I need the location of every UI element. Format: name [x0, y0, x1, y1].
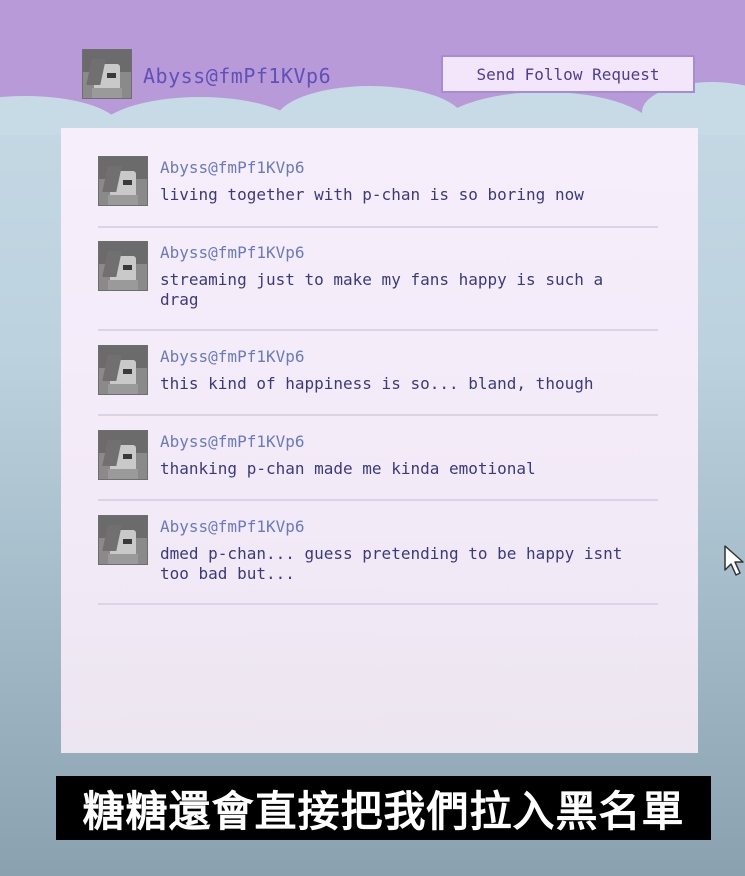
video-subtitle: 糖糖還會直接把我們拉入黑名單	[56, 776, 711, 840]
post-text: streaming just to make my fans happy is …	[160, 270, 604, 309]
profile-handle: Abyss@fmPf1KVp6	[143, 64, 332, 88]
avatar-icon[interactable]	[98, 515, 148, 565]
mouse-pointer-icon	[724, 545, 744, 576]
send-follow-request-button[interactable]: Send Follow Request	[441, 55, 695, 93]
post-text: living together with p-chan is so boring…	[160, 185, 584, 204]
post-author: Abyss@fmPf1KVp6	[160, 158, 305, 177]
post-text: thanking p-chan made me kinda emotional	[160, 459, 536, 478]
post-author: Abyss@fmPf1KVp6	[160, 243, 305, 262]
avatar-icon[interactable]	[98, 345, 148, 395]
post-item: Abyss@fmPf1KVp6 thanking p-chan made me …	[98, 430, 658, 501]
post-author: Abyss@fmPf1KVp6	[160, 517, 305, 536]
profile-header: Abyss@fmPf1KVp6 Send Follow Request	[0, 0, 745, 130]
post-text: this kind of happiness is so... bland, t…	[160, 374, 594, 393]
avatar-icon[interactable]	[98, 430, 148, 480]
post-author: Abyss@fmPf1KVp6	[160, 432, 305, 451]
posts-panel: Abyss@fmPf1KVp6 living together with p-c…	[61, 128, 698, 753]
post-text: dmed p-chan... guess pretending to be ha…	[160, 544, 623, 583]
post-item: Abyss@fmPf1KVp6 this kind of happiness i…	[98, 345, 658, 416]
post-item: Abyss@fmPf1KVp6 dmed p-chan... guess pre…	[98, 515, 658, 605]
profile-avatar-icon[interactable]	[82, 49, 132, 99]
post-item: Abyss@fmPf1KVp6 streaming just to make m…	[98, 241, 658, 331]
avatar-icon[interactable]	[98, 241, 148, 291]
post-item: Abyss@fmPf1KVp6 living together with p-c…	[98, 156, 658, 228]
avatar-icon[interactable]	[98, 156, 148, 206]
post-author: Abyss@fmPf1KVp6	[160, 347, 305, 366]
